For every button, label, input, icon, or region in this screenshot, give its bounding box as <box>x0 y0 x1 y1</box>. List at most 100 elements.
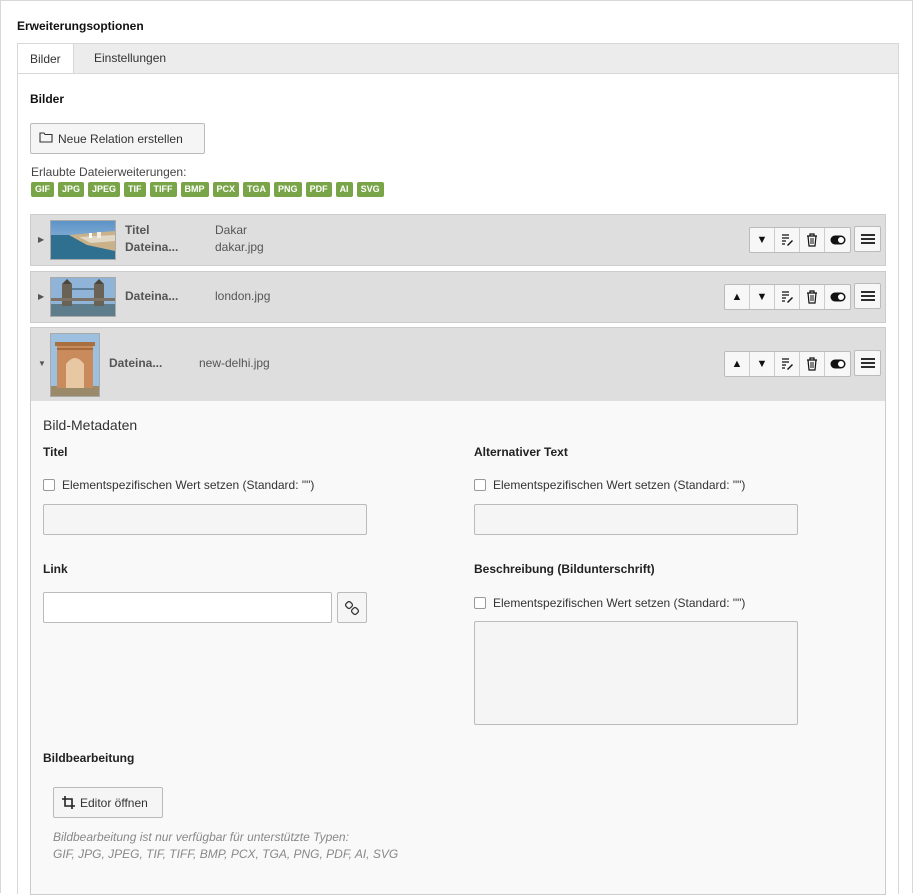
hamburger-icon <box>860 291 875 301</box>
move-up-button[interactable]: ▲ <box>725 352 750 376</box>
edit-button[interactable] <box>775 228 800 252</box>
field-value: Dakar <box>215 223 248 237</box>
titel-override-checkbox[interactable] <box>43 479 55 491</box>
relation-dakar[interactable]: ▶ Titel Dakar Dateina... dakar.jpg ▼ <box>30 214 886 266</box>
page: Erweiterungsoptionen Bilder Einstellunge… <box>0 0 913 895</box>
extension-badge: BMP <box>180 182 209 197</box>
relation-controls: ▼ <box>749 227 851 253</box>
move-down-button[interactable]: ▼ <box>750 228 775 252</box>
alt-text-override-label: Elementspezifischen Wert setzen (Standar… <box>493 478 746 492</box>
hamburger-icon <box>860 358 875 368</box>
delete-button[interactable] <box>800 352 825 376</box>
arrow-up-icon: ▲ <box>731 291 743 303</box>
chevron-down-icon[interactable]: ▼ <box>38 359 46 368</box>
alt-text-override-row: Elementspezifischen Wert setzen (Standar… <box>474 478 745 492</box>
edit-icon <box>782 291 793 303</box>
delete-button[interactable] <box>800 285 825 309</box>
editing-help-line: GIF, JPG, JPEG, TIF, TIFF, BMP, PCX, TGA… <box>53 847 399 861</box>
relation-london[interactable]: ▶ Dateina... london.jpg ▲ ▼ <box>30 271 886 323</box>
extension-badge: PNG <box>274 182 302 197</box>
tab-bilder[interactable]: Bilder <box>17 43 74 74</box>
toggle-icon <box>830 292 845 302</box>
edit-icon <box>782 358 793 370</box>
new-relation-label: Neue Relation erstellen <box>58 131 183 146</box>
description-textarea[interactable] <box>474 621 798 725</box>
chevron-right-icon[interactable]: ▶ <box>38 292 44 301</box>
relation-new-delhi[interactable]: ▼ Dateina... new-delhi.jpg ▲ ▼ <box>30 327 886 402</box>
field-key: Dateina... <box>125 240 179 254</box>
drag-handle-button[interactable] <box>854 226 881 252</box>
titel-override-label: Elementspezifischen Wert setzen (Standar… <box>62 478 315 492</box>
panel-title: Bild-Metadaten <box>43 417 138 433</box>
alt-text-label: Alternativer Text <box>474 445 568 459</box>
description-override-row: Elementspezifischen Wert setzen (Standar… <box>474 596 745 610</box>
extension-badge: SVG <box>356 182 384 197</box>
editing-help-text: Bildbearbeitung ist nur verfügbar für un… <box>53 829 398 863</box>
toggle-visibility-button[interactable] <box>825 352 850 376</box>
description-override-checkbox[interactable] <box>474 597 486 609</box>
move-down-button[interactable]: ▼ <box>750 352 775 376</box>
field-value: new-delhi.jpg <box>199 356 270 370</box>
trash-icon <box>807 357 817 371</box>
titel-override-row: Elementspezifischen Wert setzen (Standar… <box>43 478 314 492</box>
image-metadata-panel: Bild-Metadaten Titel Elementspezifischen… <box>30 401 886 895</box>
chevron-right-icon[interactable]: ▶ <box>38 235 44 244</box>
trash-icon <box>807 233 817 247</box>
edit-icon <box>782 234 793 246</box>
extension-badges: GIF JPG JPEG TIF TIFF BMP PCX TGA PNG PD… <box>31 182 384 197</box>
tab-bar: Bilder Einstellungen <box>17 43 899 74</box>
editing-help-line: Bildbearbeitung ist nur verfügbar für un… <box>53 830 349 844</box>
extension-badge: GIF <box>31 182 54 197</box>
drag-handle-button[interactable] <box>854 283 881 309</box>
description-override-label: Elementspezifischen Wert setzen (Standar… <box>493 596 746 610</box>
edit-button[interactable] <box>775 285 800 309</box>
delete-button[interactable] <box>800 228 825 252</box>
extension-badge: TIFF <box>149 182 177 197</box>
open-editor-button[interactable]: Editor öffnen <box>53 787 163 818</box>
move-up-button[interactable]: ▲ <box>725 285 750 309</box>
images-heading: Bilder <box>30 92 65 106</box>
description-label: Beschreibung (Bildunterschrift) <box>474 562 655 576</box>
arrow-down-icon: ▼ <box>756 234 768 246</box>
tab-einstellungen[interactable]: Einstellungen <box>82 43 178 74</box>
link-label: Link <box>43 562 68 576</box>
extension-badge: TIF <box>124 182 146 197</box>
titel-label: Titel <box>43 445 68 459</box>
open-editor-label: Editor öffnen <box>80 795 148 810</box>
toggle-visibility-button[interactable] <box>825 228 850 252</box>
link-input[interactable] <box>43 592 332 623</box>
toggle-visibility-button[interactable] <box>825 285 850 309</box>
field-key: Titel <box>125 223 150 237</box>
thumbnail-dakar <box>50 220 116 260</box>
allowed-extensions-label: Erlaubte Dateierweiterungen: <box>31 165 187 179</box>
edit-button[interactable] <box>775 352 800 376</box>
field-key: Dateina... <box>125 289 179 303</box>
thumbnail-new-delhi <box>50 333 100 397</box>
crop-icon <box>62 796 75 809</box>
extension-badge: AI <box>335 182 353 197</box>
section-title: Erweiterungsoptionen <box>17 19 144 33</box>
toggle-icon <box>830 235 845 245</box>
arrow-down-icon: ▼ <box>756 291 768 303</box>
tab-content: Bilder Neue Relation erstellen Erlaubte … <box>17 73 899 895</box>
link-icon <box>345 600 359 615</box>
toggle-icon <box>830 359 845 369</box>
titel-input[interactable] <box>43 504 367 535</box>
thumbnail-london <box>50 277 116 317</box>
folder-icon <box>39 131 53 146</box>
relation-controls: ▲ ▼ <box>724 351 851 377</box>
extension-badge: JPG <box>58 182 85 197</box>
extension-badge: PCX <box>212 182 240 197</box>
field-key: Dateina... <box>109 356 163 370</box>
field-value: london.jpg <box>215 289 271 303</box>
drag-handle-button[interactable] <box>854 350 881 376</box>
arrow-down-icon: ▼ <box>756 358 768 370</box>
link-browser-button[interactable] <box>337 592 367 623</box>
extension-badge: PDF <box>305 182 332 197</box>
alt-text-input[interactable] <box>474 504 798 535</box>
extension-badge: TGA <box>243 182 271 197</box>
image-editing-label: Bildbearbeitung <box>43 751 135 765</box>
new-relation-button[interactable]: Neue Relation erstellen <box>30 123 205 154</box>
alt-text-override-checkbox[interactable] <box>474 479 486 491</box>
move-down-button[interactable]: ▼ <box>750 285 775 309</box>
